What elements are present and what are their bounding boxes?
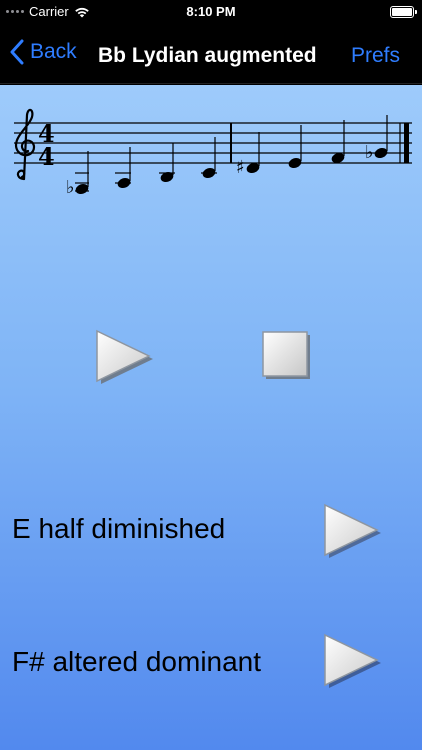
music-staff: 4 4 ♭ ♯ ♭ [14,108,412,198]
note-a [331,120,345,164]
flat-sign-high: ♭ [365,142,374,163]
note-bb-high: ♭ [365,115,388,163]
flat-sign: ♭ [66,177,75,198]
chord-label-1: E half diminished [12,513,226,544]
stop-button[interactable] [262,331,312,381]
prefs-button[interactable]: Prefs [351,44,400,68]
battery-icon [390,6,417,18]
treble-clef-icon [14,108,36,181]
play-chord-2-button[interactable] [322,633,382,689]
chevron-left-icon [10,39,24,65]
note-f-sharp: ♯ [236,132,260,178]
page-title: Bb Lydian augmented [98,44,317,67]
final-bar-thick [404,123,409,163]
play-scale-button[interactable] [94,329,154,385]
chord-label-2: F# altered dominant [12,646,262,677]
status-bar: Carrier 8:10 PM [0,0,422,24]
back-button[interactable]: Back [10,39,77,65]
navigation-bar: Back Bb Lydian augmented Prefs [0,24,422,84]
back-button-label: Back [30,40,77,63]
note-g [288,125,302,169]
staff-lines [14,122,412,164]
time-signature-bottom: 4 [38,142,55,171]
main-content: 4 4 ♭ ♯ ♭ E half diminished F# altered d… [0,85,422,750]
status-time: 8:10 PM [186,4,236,19]
note-bb: ♭ [66,151,89,198]
play-chord-1-button[interactable] [322,503,382,559]
sharp-sign: ♯ [236,157,245,178]
